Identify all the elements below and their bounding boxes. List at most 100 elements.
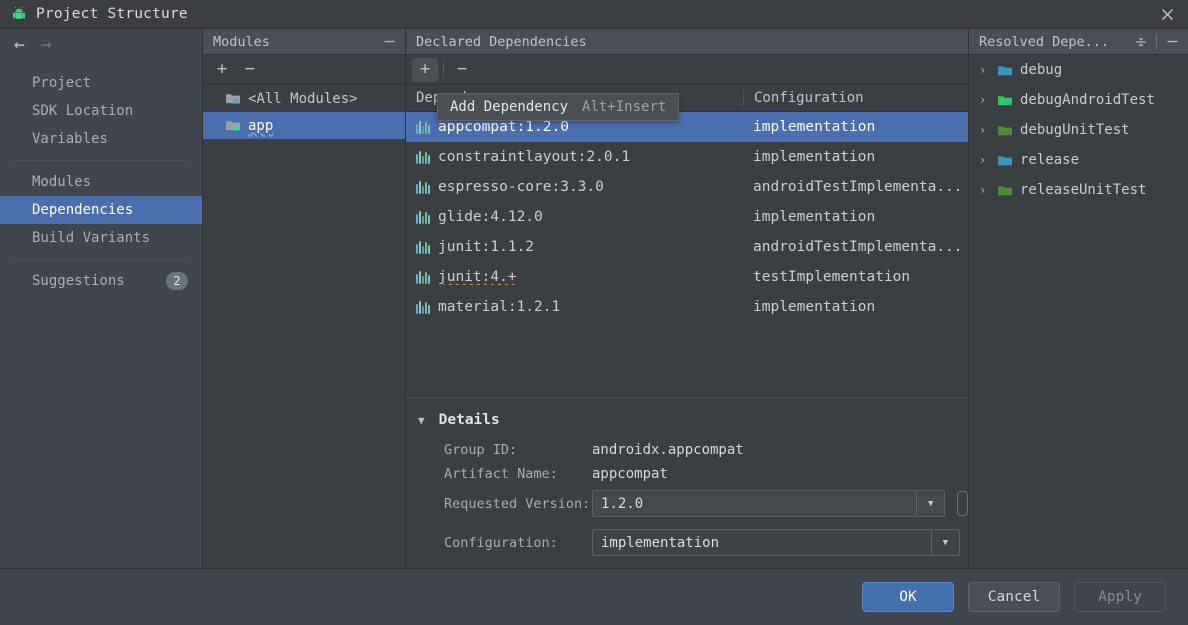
declared-toolbar: + − (406, 55, 968, 85)
resolved-item-label: debugUnitTest (1020, 122, 1130, 138)
folder-blue-icon (997, 64, 1013, 77)
modules-panel: Modules + − <All Modules> app (203, 29, 406, 568)
configuration-cell: implementation (753, 119, 876, 135)
sidebar-item-variables[interactable]: Variables (0, 125, 202, 153)
group-id-label: Group ID: (444, 442, 518, 458)
cancel-button[interactable]: Cancel (968, 582, 1060, 612)
resolved-dependencies-panel: Resolved Depe... › debug › debugAndroidT… (969, 29, 1188, 568)
configuration-cell: androidTestImplementa... (753, 179, 963, 195)
resolved-item-releaseunittest[interactable]: › releaseUnitTest (969, 175, 1188, 205)
module-item-all-modules[interactable]: <All Modules> (203, 85, 405, 112)
requested-version-value[interactable]: 1.2.0 (593, 496, 916, 512)
declared-panel-title: Declared Dependencies (416, 33, 587, 50)
table-row[interactable]: material:1.2.1 implementation (406, 292, 968, 322)
caret-down-icon[interactable]: ▼ (418, 414, 425, 427)
android-icon (10, 6, 28, 22)
arrow-left-icon[interactable]: ← (14, 36, 25, 54)
chevron-right-icon[interactable]: › (979, 63, 990, 77)
dialog-body: ← → Project SDK Location Variables Modul… (0, 28, 1188, 568)
close-icon[interactable] (1156, 3, 1178, 25)
sidebar-item-label: Modules (32, 174, 92, 190)
chevron-right-icon[interactable]: › (979, 183, 990, 197)
navigation-arrows: ← → (0, 29, 202, 61)
modules-tree: <All Modules> app (203, 85, 405, 139)
resolved-item-debug[interactable]: › debug (969, 55, 1188, 85)
remove-module-button[interactable]: − (237, 58, 263, 82)
column-header-configuration[interactable]: Configuration (743, 90, 968, 106)
dependency-name-cell: junit:1.1.2 (406, 239, 743, 255)
library-icon (416, 300, 430, 314)
chevron-down-icon[interactable]: ▼ (931, 530, 959, 555)
table-row[interactable]: glide:4.12.0 implementation (406, 202, 968, 232)
dependency-label: appcompat:1.2.0 (438, 119, 569, 135)
sidebar-item-project[interactable]: Project (0, 69, 202, 97)
version-browse-button[interactable] (957, 491, 968, 516)
dependency-name-cell: espresso-core:3.3.0 (406, 179, 743, 195)
dependency-name-cell: constraintlayout:2.0.1 (406, 149, 743, 165)
table-row[interactable]: junit:1.1.2 androidTestImplementa... (406, 232, 968, 262)
detail-row-configuration: Configuration: implementation ▼ (444, 529, 968, 556)
details-section: ▼ Details Group ID: androidx.appcompat A… (406, 397, 968, 568)
sidebar-item-dependencies[interactable]: Dependencies (0, 196, 202, 224)
resolved-item-label: release (1020, 152, 1080, 168)
chevron-right-icon[interactable]: › (979, 153, 990, 167)
library-icon (416, 120, 430, 134)
tooltip-label: Add Dependency (450, 99, 569, 115)
dependency-label: junit:1.1.2 (438, 239, 535, 255)
module-item-app[interactable]: app (203, 112, 405, 139)
declared-panel-header: Declared Dependencies (406, 29, 968, 55)
suggestions-badge: 2 (166, 272, 188, 290)
window-title: Project Structure (36, 6, 188, 22)
arrow-right-icon[interactable]: → (41, 36, 52, 54)
chevron-right-icon[interactable]: › (979, 93, 990, 107)
table-row[interactable]: espresso-core:3.3.0 androidTestImplement… (406, 172, 968, 202)
collapse-all-icon[interactable] (1131, 32, 1151, 52)
resolved-item-label: releaseUnitTest (1020, 182, 1147, 198)
module-item-label: app (248, 117, 274, 134)
library-icon (416, 180, 430, 194)
dependency-label: junit:4.+ (438, 269, 517, 285)
sidebar-item-sdk-location[interactable]: SDK Location (0, 97, 202, 125)
requested-version-label: Requested Version: (444, 495, 591, 512)
minimize-icon[interactable] (1162, 32, 1182, 52)
configuration-cell: implementation (753, 209, 876, 225)
folder-blue-icon (997, 154, 1013, 167)
sidebar-divider (14, 259, 188, 260)
configuration-combobox[interactable]: implementation ▼ (592, 529, 960, 556)
table-row[interactable]: constraintlayout:2.0.1 implementation (406, 142, 968, 172)
sidebar-item-label: Dependencies (32, 202, 134, 218)
chevron-down-icon[interactable]: ▼ (916, 491, 944, 516)
apply-button[interactable]: Apply (1074, 582, 1166, 612)
dependency-name-cell: material:1.2.1 (406, 299, 743, 315)
configuration-cell: implementation (753, 149, 876, 165)
sidebar-item-modules[interactable]: Modules (0, 168, 202, 196)
sidebar-item-label: Variables (32, 131, 108, 147)
requested-version-combobox[interactable]: 1.2.0 ▼ (592, 490, 946, 517)
configuration-cell: implementation (753, 299, 876, 315)
table-row[interactable]: junit:4.+ testImplementation (406, 262, 968, 292)
configuration-value[interactable]: implementation (593, 535, 931, 551)
add-module-button[interactable]: + (209, 58, 235, 82)
library-icon (416, 240, 430, 254)
dependency-label: constraintlayout:2.0.1 (438, 149, 631, 165)
configuration-label: Configuration: (444, 534, 558, 551)
details-header[interactable]: ▼ Details (406, 412, 968, 428)
title-bar: Project Structure (0, 0, 1188, 28)
resolved-item-debugandroidtest[interactable]: › debugAndroidTest (969, 85, 1188, 115)
remove-dependency-button[interactable]: − (449, 58, 475, 82)
minimize-icon[interactable] (379, 32, 399, 52)
add-dependency-button[interactable]: + (412, 57, 438, 82)
resolved-item-release[interactable]: › release (969, 145, 1188, 175)
resolved-item-label: debug (1020, 62, 1063, 78)
chevron-right-icon[interactable]: › (979, 123, 990, 137)
folder-olive-icon (997, 124, 1013, 137)
details-fields: Group ID: androidx.appcompat Artifact Na… (406, 428, 968, 556)
sidebar-divider (14, 160, 188, 161)
resolved-item-debugunittest[interactable]: › debugUnitTest (969, 115, 1188, 145)
sidebar-item-build-variants[interactable]: Build Variants (0, 224, 202, 252)
ok-button[interactable]: OK (862, 582, 954, 612)
sidebar-nav-list: Project SDK Location Variables Modules D… (0, 61, 202, 295)
module-item-label: <All Modules> (248, 90, 358, 107)
resolved-tree: › debug › debugAndroidTest › debugUnitTe… (969, 55, 1188, 205)
sidebar-item-suggestions[interactable]: Suggestions 2 (0, 267, 202, 295)
